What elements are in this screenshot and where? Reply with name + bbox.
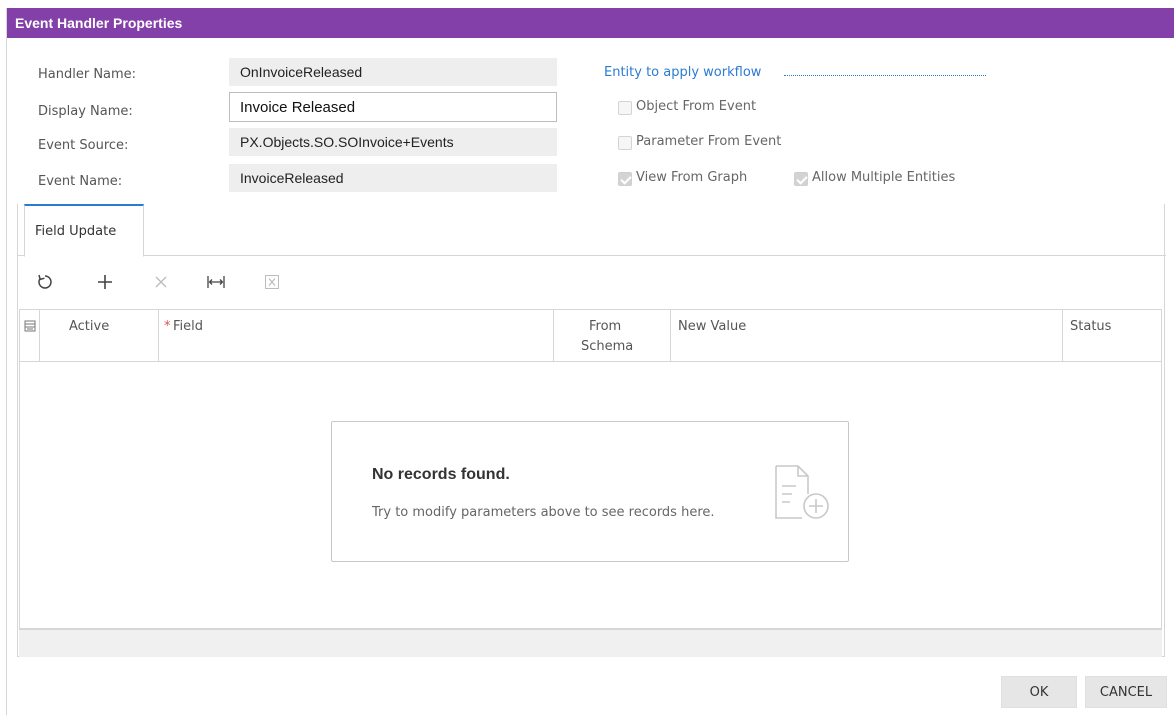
grid-footer: [19, 629, 1162, 657]
checkbox-box: [618, 136, 632, 150]
from-schema-label-line1: From: [589, 319, 622, 334]
checkbox-checked-box: [794, 172, 808, 186]
new-value-column-label: New Value: [678, 319, 747, 334]
event-name-label: Event Name:: [38, 174, 123, 189]
fit-width-icon: [207, 276, 225, 288]
cancel-button[interactable]: CANCEL: [1085, 676, 1167, 708]
grid-header: Active * Field From Schema New Value Sta…: [20, 310, 1161, 362]
ok-button[interactable]: OK: [1001, 676, 1077, 708]
grid-toolbar: [18, 257, 1166, 311]
field-column-label: Field: [173, 319, 204, 334]
view-from-graph-label: View From Graph: [636, 170, 748, 185]
column-header-from-schema[interactable]: From Schema: [554, 310, 671, 362]
required-marker: *: [164, 319, 171, 334]
row-selector-icon: [24, 320, 36, 332]
column-header-new-value[interactable]: New Value: [671, 310, 1063, 362]
allow-multiple-entities-label: Allow Multiple Entities: [812, 170, 956, 185]
excel-icon: [265, 275, 279, 289]
dialog-title: Event Handler Properties: [15, 15, 183, 31]
export-excel-button[interactable]: [259, 269, 285, 295]
event-source-field: PX.Objects.SO.SOInvoice+Events: [229, 128, 557, 156]
active-column-label: Active: [69, 319, 110, 334]
display-name-input[interactable]: Invoice Released: [229, 92, 557, 122]
plus-icon: [98, 275, 112, 289]
from-schema-label-line2: Schema: [581, 339, 634, 354]
legend-divider: [784, 75, 986, 76]
column-header-status[interactable]: Status: [1063, 310, 1161, 362]
column-selector-header[interactable]: [20, 310, 40, 362]
tab-strip: Field Update: [18, 204, 1166, 257]
column-header-active[interactable]: Active: [40, 310, 159, 362]
display-name-label: Display Name:: [38, 104, 133, 119]
add-row-button[interactable]: [92, 269, 118, 295]
event-source-label: Event Source:: [38, 138, 129, 153]
add-document-icon: [775, 465, 829, 519]
refresh-button[interactable]: [32, 269, 58, 295]
event-handler-dialog: Event Handler Properties Handler Name: D…: [6, 8, 1174, 715]
parameter-from-event-label: Parameter From Event: [636, 134, 782, 149]
event-name-field: InvoiceReleased: [229, 164, 557, 192]
column-header-field[interactable]: * Field: [159, 310, 554, 362]
object-from-event-label: Object From Event: [636, 99, 757, 114]
checkbox-checked-box: [618, 172, 632, 186]
no-records-message: Try to modify parameters above to see re…: [372, 505, 715, 520]
refresh-icon: [38, 274, 52, 289]
fit-columns-button[interactable]: [203, 269, 229, 295]
status-column-label: Status: [1070, 319, 1112, 334]
delete-row-button[interactable]: [148, 269, 174, 295]
handler-name-field: OnInvoiceReleased: [229, 58, 557, 86]
close-icon: [155, 276, 167, 288]
no-records-panel: No records found. Try to modify paramete…: [331, 421, 849, 562]
no-records-title: No records found.: [372, 466, 510, 483]
checkbox-box: [618, 101, 632, 115]
tab-field-update[interactable]: Field Update: [24, 204, 144, 257]
handler-name-label: Handler Name:: [38, 67, 137, 82]
entity-group-legend: Entity to apply workflow: [604, 65, 762, 80]
dialog-titlebar[interactable]: Event Handler Properties: [7, 8, 1174, 38]
